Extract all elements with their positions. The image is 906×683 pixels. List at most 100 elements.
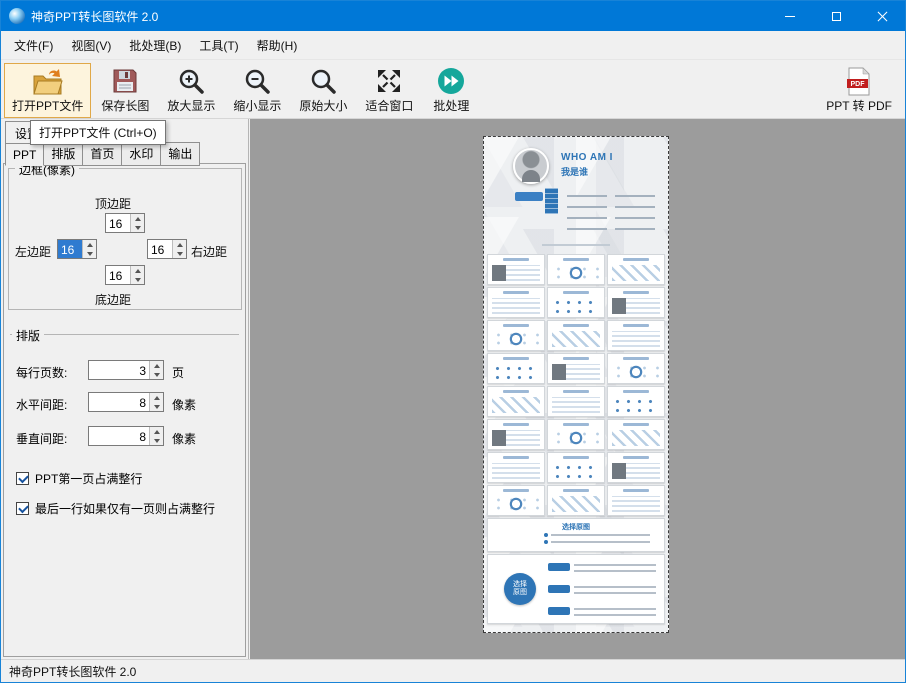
spin-up-button[interactable] (83, 240, 96, 249)
toolbar: 打开PPT文件 保存长图 (1, 59, 905, 119)
menu-help[interactable]: 帮助(H) (248, 32, 307, 59)
preview-slide-thumb (607, 485, 665, 516)
close-button[interactable] (859, 1, 905, 31)
preview-slide-thumb (547, 353, 605, 384)
preview-slide-thumb (547, 254, 605, 285)
spinner-buttons (149, 361, 163, 379)
first-slide-tag (515, 192, 543, 201)
pages-per-row-label: 每行页数: (16, 364, 67, 381)
spin-up-button[interactable] (131, 214, 144, 223)
bullet-dot-icon (544, 533, 548, 537)
spin-down-button[interactable] (150, 436, 163, 445)
open-ppt-label: 打开PPT文件 (12, 97, 83, 114)
title-bar: 神奇PPT转长图软件 2.0 (1, 1, 905, 31)
preview-slide-thumb (607, 452, 665, 483)
bottom-margin-value[interactable]: 16 (106, 266, 130, 284)
app-window: 神奇PPT转长图软件 2.0 文件(F) 视图(V) 批处理(B) 工具(T) … (0, 0, 906, 683)
menu-batch[interactable]: 批处理(B) (120, 32, 190, 59)
right-margin-label: 右边距 (191, 243, 227, 260)
pages-per-row-unit: 页 (172, 364, 184, 381)
window-title: 神奇PPT转长图软件 2.0 (31, 8, 158, 25)
right-margin-spinner[interactable]: 16 (147, 239, 187, 259)
left-margin-value[interactable]: 16 (58, 240, 82, 258)
spinner-buttons (82, 240, 96, 258)
bottom-margin-label: 底边距 (95, 291, 131, 308)
open-ppt-tooltip: 打开PPT文件 (Ctrl+O) (30, 120, 166, 145)
status-text: 神奇PPT转长图软件 2.0 (9, 663, 136, 680)
preview-slide-thumb (607, 353, 665, 384)
main-area: 设置 PPT 排版 首页 水印 输出 边框(像素) 顶边距 16 左边距 (1, 119, 905, 659)
right-margin-value[interactable]: 16 (148, 240, 172, 258)
top-margin-spinner[interactable]: 16 (105, 213, 145, 233)
spin-down-button[interactable] (150, 402, 163, 411)
zoom-out-button[interactable]: 缩小显示 (225, 63, 289, 118)
zoom-out-label: 缩小显示 (233, 97, 281, 114)
spin-up-button[interactable] (150, 393, 163, 402)
text-bar (551, 534, 650, 536)
spin-up-button[interactable] (131, 266, 144, 275)
ppt-to-pdf-button[interactable]: PDF PPT 转 PDF (818, 63, 900, 118)
menu-view[interactable]: 视图(V) (62, 32, 120, 59)
section-slide-items (544, 533, 650, 544)
pages-per-row-spinner[interactable]: 3 (88, 360, 164, 380)
h-spacing-spinner[interactable]: 8 (88, 392, 164, 412)
tab-layout[interactable]: 排版 (44, 142, 83, 166)
v-spacing-row: 垂直间距: 8 像素 (4, 426, 245, 448)
tab-ppt[interactable]: PPT (5, 143, 44, 166)
label-pill (548, 563, 570, 571)
spinner-buttons (149, 427, 163, 445)
first-slide-title: WHO AM I (561, 152, 613, 163)
spin-up-button[interactable] (150, 361, 163, 370)
tab-watermark[interactable]: 水印 (122, 142, 161, 166)
h-spacing-value[interactable]: 8 (89, 393, 149, 411)
original-size-button[interactable]: 原始大小 (291, 63, 355, 118)
settings-tabs: PPT 排版 首页 水印 输出 (5, 142, 200, 166)
v-spacing-value[interactable]: 8 (89, 427, 149, 445)
minimize-button[interactable] (767, 1, 813, 31)
section-slide-title: 选择原图 (488, 519, 664, 532)
preview-slide-thumb (607, 386, 665, 417)
top-margin-value[interactable]: 16 (106, 214, 130, 232)
zoom-out-icon (243, 66, 271, 96)
fit-window-icon (375, 66, 403, 96)
batch-process-button[interactable]: 批处理 (423, 63, 479, 118)
preview-area[interactable]: WHO AM I 我是谁 选择原图 (250, 119, 905, 659)
app-icon (9, 8, 25, 24)
bottom-margin-spinner[interactable]: 16 (105, 265, 145, 285)
tab-output[interactable]: 输出 (161, 142, 200, 166)
zoom-original-icon (309, 66, 337, 96)
fit-window-button[interactable]: 适合窗口 (357, 63, 421, 118)
menu-file[interactable]: 文件(F) (5, 32, 62, 59)
settings-panel: 设置 PPT 排版 首页 水印 输出 边框(像素) 顶边距 16 左边距 (1, 119, 249, 659)
left-margin-spinner[interactable]: 16 (57, 239, 97, 259)
checkbox-icon[interactable] (16, 472, 29, 485)
close-icon (876, 10, 889, 23)
maximize-button[interactable] (813, 1, 859, 31)
spin-up-button[interactable] (150, 427, 163, 436)
spin-down-button[interactable] (83, 249, 96, 258)
spin-up-button[interactable] (173, 240, 186, 249)
text-bar (574, 562, 656, 572)
tab-homepage[interactable]: 首页 (83, 142, 122, 166)
maximize-icon (832, 12, 841, 21)
spin-down-button[interactable] (173, 249, 186, 258)
last-row-full-checkbox[interactable]: 最后一行如果仅有一页则占满整行 (16, 500, 215, 517)
first-page-full-row-checkbox[interactable]: PPT第一页占满整行 (16, 470, 142, 487)
pages-per-row-value[interactable]: 3 (89, 361, 149, 379)
preview-final-slide: 选择原图 (487, 554, 665, 624)
spin-down-button[interactable] (150, 370, 163, 379)
v-spacing-spinner[interactable]: 8 (88, 426, 164, 446)
preview-slide-thumb (487, 452, 545, 483)
avatar (513, 148, 549, 184)
menu-tools[interactable]: 工具(T) (190, 32, 247, 59)
final-slide-rows (548, 562, 656, 616)
final-slide-circle-label: 选择原图 (513, 581, 528, 597)
spin-down-button[interactable] (131, 223, 144, 232)
preview-slide-thumb (547, 485, 605, 516)
save-long-image-button[interactable]: 保存长图 (93, 63, 157, 118)
open-ppt-button[interactable]: 打开PPT文件 (4, 63, 91, 118)
zoom-in-button[interactable]: 放大显示 (159, 63, 223, 118)
preview-slide-thumb (487, 386, 545, 417)
spin-down-button[interactable] (131, 275, 144, 284)
checkbox-icon[interactable] (16, 502, 29, 515)
